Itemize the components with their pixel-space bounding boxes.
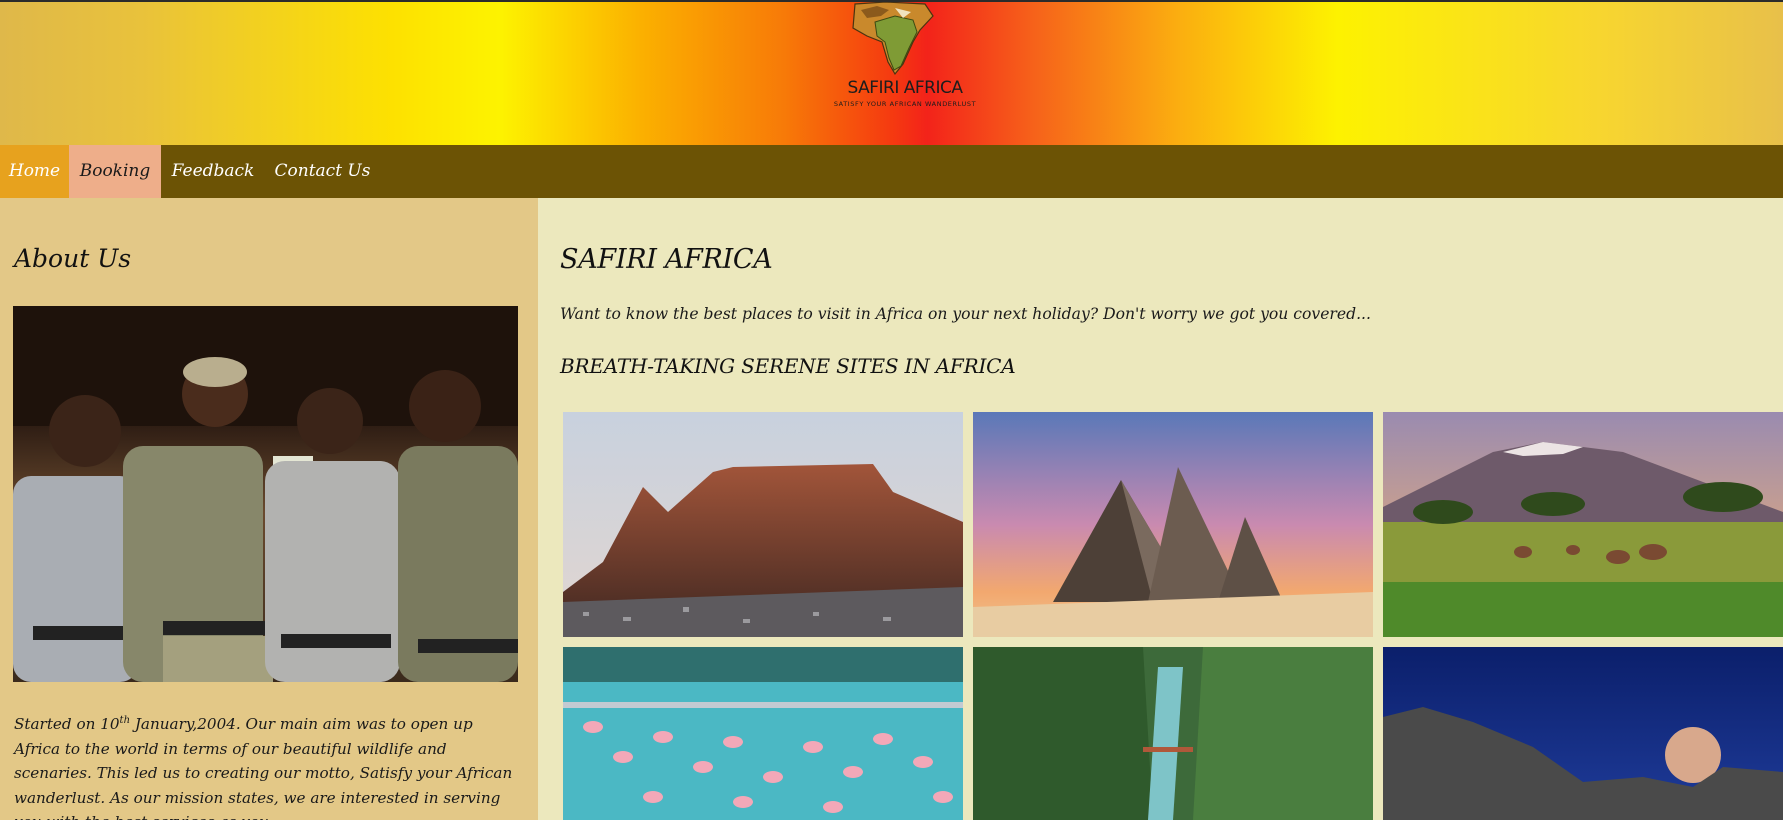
- about-text: Started on 10th January,2004. Our main a…: [14, 712, 514, 820]
- section-subtitle: BREATH-TAKING SERENE SITES IN AFRICA: [560, 354, 1016, 378]
- site-header: SAFIRI AFRICA Satisfy your African wande…: [0, 0, 1783, 145]
- about-sidebar: About Us Started on 10th January,2004. O…: [0, 198, 538, 820]
- forest-river-photo[interactable]: [973, 647, 1373, 820]
- main-nav: Home Booking Feedback Contact Us: [0, 145, 1783, 198]
- about-text-start: Started on 10: [14, 715, 120, 733]
- nav-feedback[interactable]: Feedback: [161, 145, 265, 198]
- brand-name: SAFIRI AFRICA: [847, 78, 964, 98]
- nav-booking[interactable]: Booking: [69, 145, 161, 198]
- table-mountain-photo[interactable]: [563, 412, 963, 637]
- moonrise-mountain-photo[interactable]: [1383, 647, 1783, 820]
- about-text-sup: th: [119, 714, 131, 726]
- flamingos-lake-photo[interactable]: [563, 647, 963, 820]
- pyramids-photo[interactable]: [973, 412, 1373, 637]
- kilimanjaro-savanna-photo[interactable]: [1383, 412, 1783, 637]
- nav-home[interactable]: Home: [0, 145, 69, 198]
- team-photo: [13, 306, 518, 682]
- about-heading: About Us: [14, 244, 132, 273]
- page-title: SAFIRI AFRICA: [560, 244, 773, 275]
- intro-text: Want to know the best places to visit in…: [560, 305, 1371, 323]
- nav-contact-us[interactable]: Contact Us: [265, 145, 380, 198]
- brand-motto: Satisfy your African wanderlust: [833, 100, 977, 108]
